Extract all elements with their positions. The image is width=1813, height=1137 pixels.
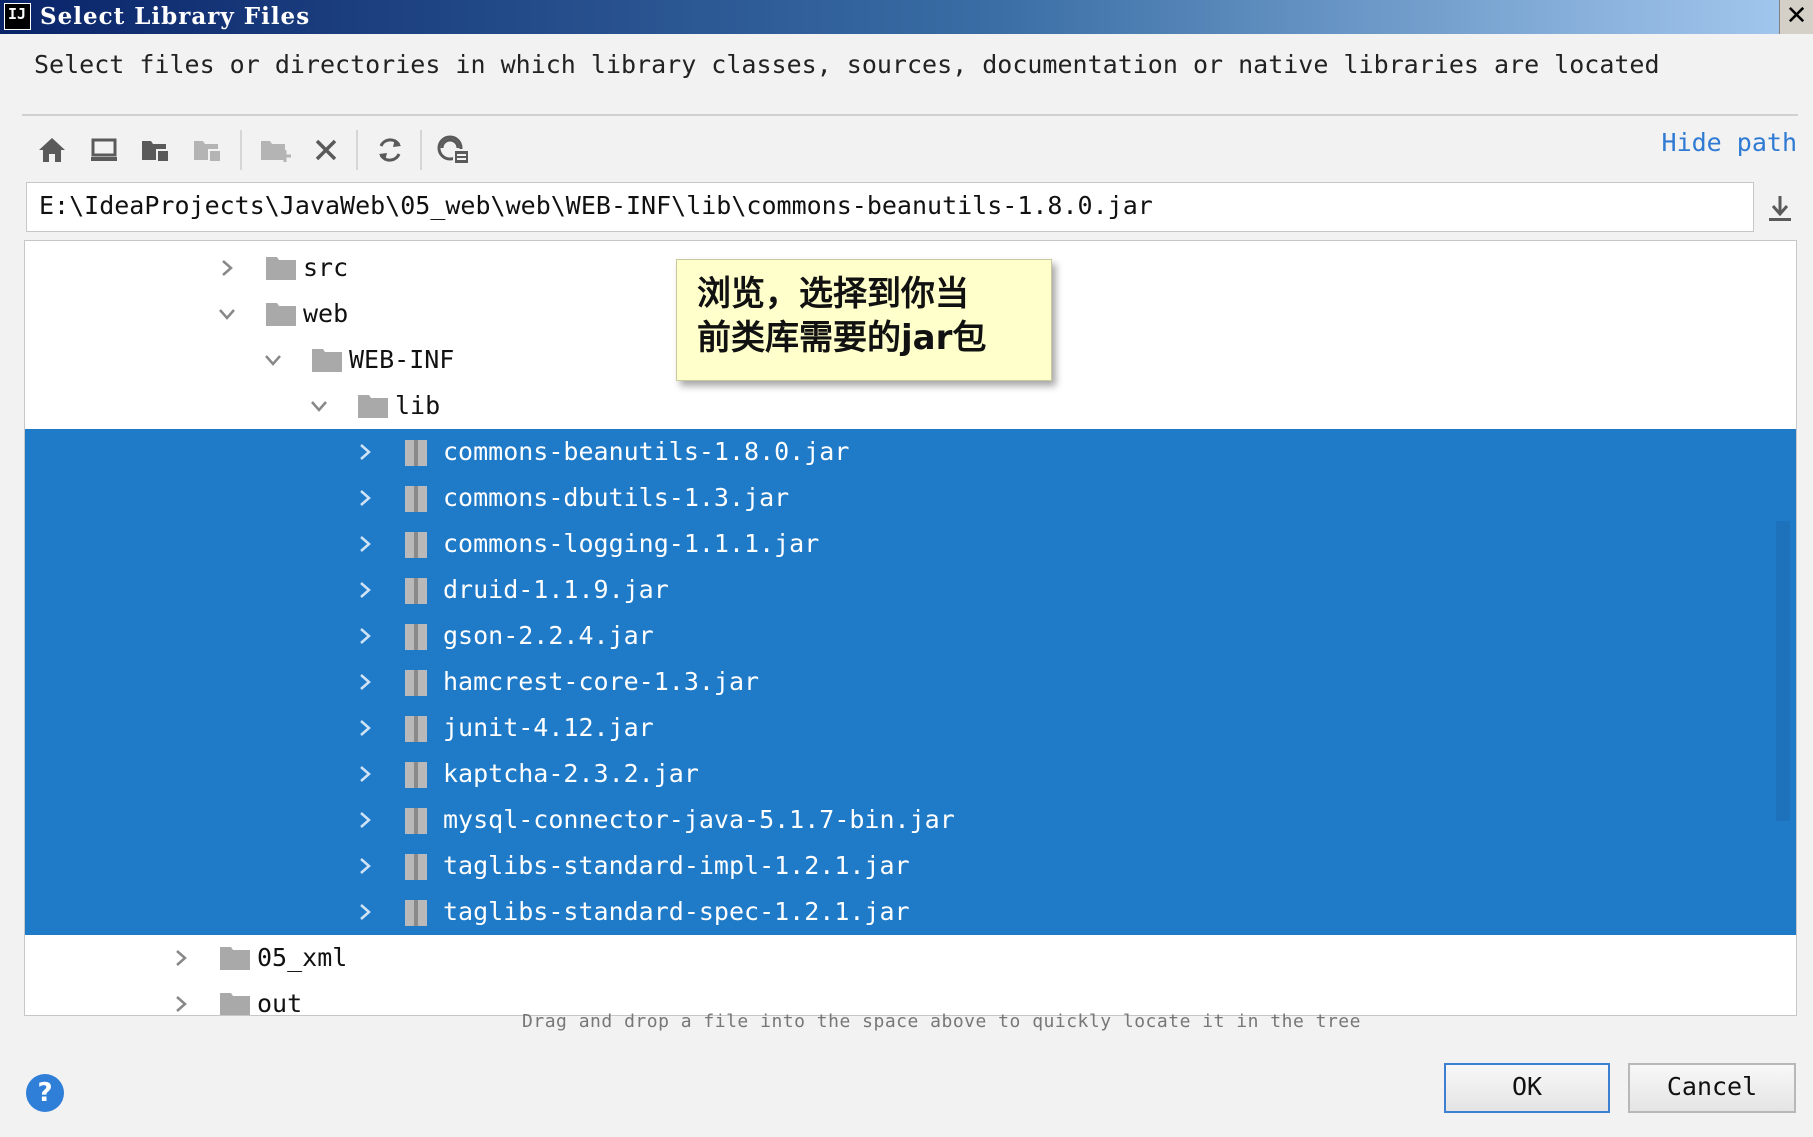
tree-scrollbar[interactable]	[1776, 521, 1790, 821]
jar-archive-icon	[403, 715, 435, 742]
chevron-right-icon[interactable]	[353, 567, 377, 613]
tree-row-jar[interactable]: druid-1.1.9.jar	[25, 567, 1796, 613]
home-icon	[39, 138, 65, 162]
tree-row-05-xml[interactable]: 05_xml	[25, 935, 1796, 981]
tree-item-label: 05_xml	[257, 943, 348, 972]
tree-item-label: hamcrest-core-1.3.jar	[443, 667, 760, 696]
chevron-right-icon[interactable]	[353, 521, 377, 567]
project-directory-button[interactable]	[134, 126, 178, 174]
refresh-icon	[379, 138, 401, 162]
tree-item-label: mysql-connector-java-5.1.7-bin.jar	[443, 805, 955, 834]
chevron-right-icon[interactable]	[353, 797, 377, 843]
chevron-right-icon[interactable]	[169, 935, 193, 981]
tree-item-label: kaptcha-2.3.2.jar	[443, 759, 699, 788]
refresh-button[interactable]	[368, 126, 412, 174]
folder-icon	[311, 347, 343, 373]
annotation-callout: 浏览，选择到你当 前类库需要的jar包	[676, 259, 1052, 381]
module-folder-icon	[194, 141, 222, 163]
tree-item-label: commons-dbutils-1.3.jar	[443, 483, 790, 512]
jar-archive-icon	[403, 439, 435, 466]
tree-item-label: src	[303, 253, 349, 282]
tree-row-jar[interactable]: commons-logging-1.1.1.jar	[25, 521, 1796, 567]
tree-row-lib[interactable]: lib	[25, 383, 1796, 429]
chevron-right-icon[interactable]	[353, 705, 377, 751]
chevron-right-icon[interactable]	[353, 889, 377, 935]
jar-archive-icon	[403, 899, 435, 926]
tree-item-label: taglibs-standard-spec-1.2.1.jar	[443, 897, 910, 926]
chevron-right-icon[interactable]	[353, 659, 377, 705]
jar-archive-icon	[403, 761, 435, 788]
show-hidden-icon	[437, 135, 470, 165]
desktop-button[interactable]	[82, 126, 126, 174]
tree-item-label: web	[303, 299, 349, 328]
tree-row-jar[interactable]: commons-dbutils-1.3.jar	[25, 475, 1796, 521]
project-folder-icon	[142, 141, 170, 163]
new-folder-button[interactable]	[254, 126, 298, 174]
show-hidden-files-button[interactable]	[432, 126, 476, 174]
jar-archive-icon	[403, 623, 435, 650]
folder-icon	[265, 255, 297, 281]
tree-item-label: junit-4.12.jar	[443, 713, 654, 742]
delete-button[interactable]	[304, 126, 348, 174]
folder-icon	[265, 301, 297, 327]
tree-row-jar[interactable]: hamcrest-core-1.3.jar	[25, 659, 1796, 705]
jar-archive-icon	[403, 853, 435, 880]
tree-item-label: commons-logging-1.1.1.jar	[443, 529, 820, 558]
tree-row-jar[interactable]: commons-beanutils-1.8.0.jar	[25, 429, 1796, 475]
download-icon	[1769, 196, 1791, 221]
toolbar-separator	[240, 130, 242, 170]
close-button[interactable]: ✕	[1779, 0, 1813, 34]
path-input[interactable]: E:\IdeaProjects\JavaWeb\05_web\web\WEB-I…	[26, 182, 1754, 232]
chevron-right-icon[interactable]	[353, 475, 377, 521]
tree-row-jar[interactable]: taglibs-standard-spec-1.2.1.jar	[25, 889, 1796, 935]
tree-item-label: commons-beanutils-1.8.0.jar	[443, 437, 850, 466]
folder-icon	[357, 393, 389, 419]
toolbar-separator	[356, 130, 358, 170]
folder-icon	[219, 945, 251, 971]
ok-button[interactable]: OK	[1444, 1063, 1610, 1113]
tree-item-label: gson-2.2.4.jar	[443, 621, 654, 650]
hide-path-link[interactable]: Hide path	[1662, 128, 1797, 157]
tree-item-label: lib	[395, 391, 441, 420]
jar-archive-icon	[403, 577, 435, 604]
help-button[interactable]: ?	[26, 1074, 64, 1112]
tree-item-label: taglibs-standard-impl-1.2.1.jar	[443, 851, 910, 880]
tree-row-jar[interactable]: gson-2.2.4.jar	[25, 613, 1796, 659]
toolbar-separator	[420, 130, 422, 170]
divider	[22, 114, 1798, 116]
chevron-right-icon[interactable]	[353, 429, 377, 475]
dialog-description: Select files or directories in which lib…	[34, 50, 1660, 79]
jar-archive-icon	[403, 485, 435, 512]
tree-row-jar[interactable]: mysql-connector-java-5.1.7-bin.jar	[25, 797, 1796, 843]
chevron-right-icon[interactable]	[353, 843, 377, 889]
chevron-down-icon[interactable]	[307, 383, 331, 429]
home-button[interactable]	[30, 126, 74, 174]
tree-item-label: WEB-INF	[349, 345, 455, 374]
chevron-down-icon[interactable]	[215, 291, 239, 337]
new-folder-icon	[261, 141, 291, 162]
tree-item-label: druid-1.1.9.jar	[443, 575, 669, 604]
intellij-app-icon: IJ	[4, 3, 31, 30]
window-title: Select Library Files	[40, 3, 311, 30]
tree-row-jar[interactable]: taglibs-standard-impl-1.2.1.jar	[25, 843, 1796, 889]
jar-archive-icon	[403, 807, 435, 834]
chevron-down-icon[interactable]	[261, 337, 285, 383]
tree-row-jar[interactable]: junit-4.12.jar	[25, 705, 1796, 751]
jar-archive-icon	[403, 531, 435, 558]
download-button[interactable]	[1760, 186, 1800, 230]
tree-row-jar[interactable]: kaptcha-2.3.2.jar	[25, 751, 1796, 797]
jar-archive-icon	[403, 669, 435, 696]
delete-icon	[315, 139, 337, 161]
cancel-button[interactable]: Cancel	[1628, 1063, 1796, 1113]
title-bar: IJ Select Library Files ✕	[0, 0, 1813, 34]
chevron-right-icon[interactable]	[353, 751, 377, 797]
chevron-right-icon[interactable]	[215, 245, 239, 291]
chevron-right-icon[interactable]	[353, 613, 377, 659]
drag-drop-hint: Drag and drop a file into the space abov…	[522, 1011, 1361, 1032]
desktop-icon	[91, 138, 117, 161]
module-directory-button[interactable]	[186, 126, 230, 174]
